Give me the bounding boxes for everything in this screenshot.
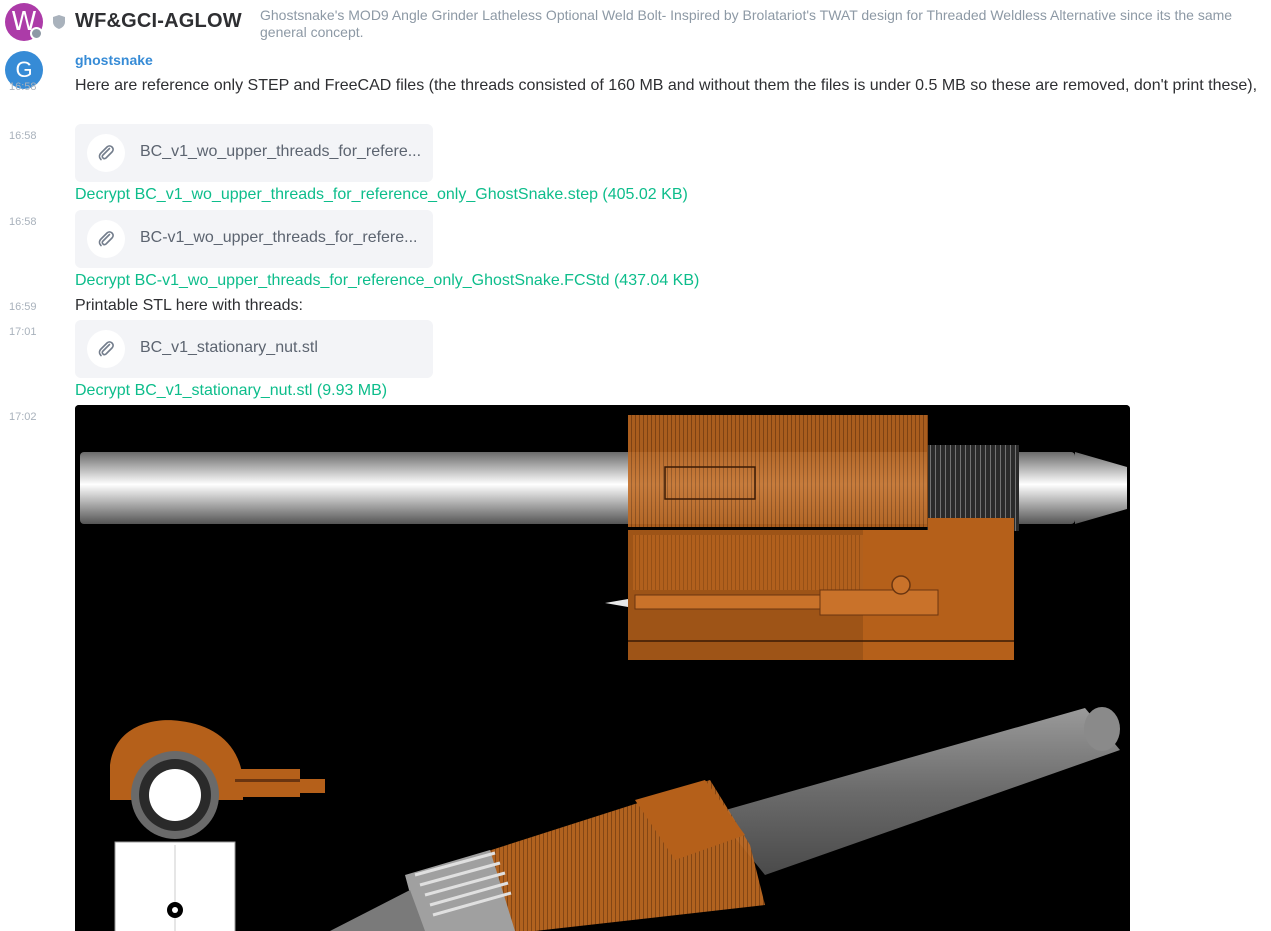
- cad-render-drawing: [75, 405, 1130, 931]
- file-attachment[interactable]: BC_v1_stationary_nut.stl: [75, 320, 433, 378]
- public-room-badge-icon: [30, 27, 43, 40]
- message-timeline: G ghostsnake 16:58 Here are reference on…: [0, 46, 1271, 931]
- message-timestamp[interactable]: 16:59: [9, 301, 37, 313]
- message-timestamp[interactable]: 16:58: [9, 216, 37, 228]
- cad-render-image[interactable]: [75, 405, 1130, 931]
- paperclip-icon: [87, 330, 125, 368]
- room-name[interactable]: WF&GCI-AGLOW: [75, 10, 242, 33]
- sender-name[interactable]: ghostsnake: [75, 52, 153, 68]
- file-name: BC_v1_wo_upper_threads_for_refere...: [140, 143, 422, 160]
- decrypt-link[interactable]: Decrypt BC-v1_wo_upper_threads_for_refer…: [75, 272, 699, 290]
- shield-icon: [53, 15, 65, 29]
- message-text: Here are reference only STEP and FreeCAD…: [75, 77, 1258, 94]
- file-attachment[interactable]: BC_v1_wo_upper_threads_for_refere...: [75, 124, 433, 182]
- message-text: Printable STL here with threads:: [75, 297, 303, 314]
- message-timestamp[interactable]: 16:58: [9, 81, 37, 93]
- paperclip-icon: [87, 134, 125, 172]
- decrypt-link[interactable]: Decrypt BC_v1_wo_upper_threads_for_refer…: [75, 186, 688, 204]
- room-topic[interactable]: Ghostsnake's MOD9 Angle Grinder Latheles…: [260, 7, 1265, 41]
- room-header: W WF&GCI-AGLOW Ghostsnake's MOD9 Angle G…: [0, 0, 1271, 46]
- message-timestamp[interactable]: 16:58: [9, 130, 37, 142]
- decrypt-link[interactable]: Decrypt BC_v1_stationary_nut.stl (9.93 M…: [75, 382, 387, 400]
- message-timestamp[interactable]: 17:02: [9, 411, 37, 423]
- file-name: BC_v1_stationary_nut.stl: [140, 339, 318, 356]
- message-timestamp[interactable]: 17:01: [9, 326, 37, 338]
- paperclip-icon: [87, 220, 125, 258]
- file-attachment[interactable]: BC-v1_wo_upper_threads_for_refere...: [75, 210, 433, 268]
- file-name: BC-v1_wo_upper_threads_for_refere...: [140, 229, 418, 246]
